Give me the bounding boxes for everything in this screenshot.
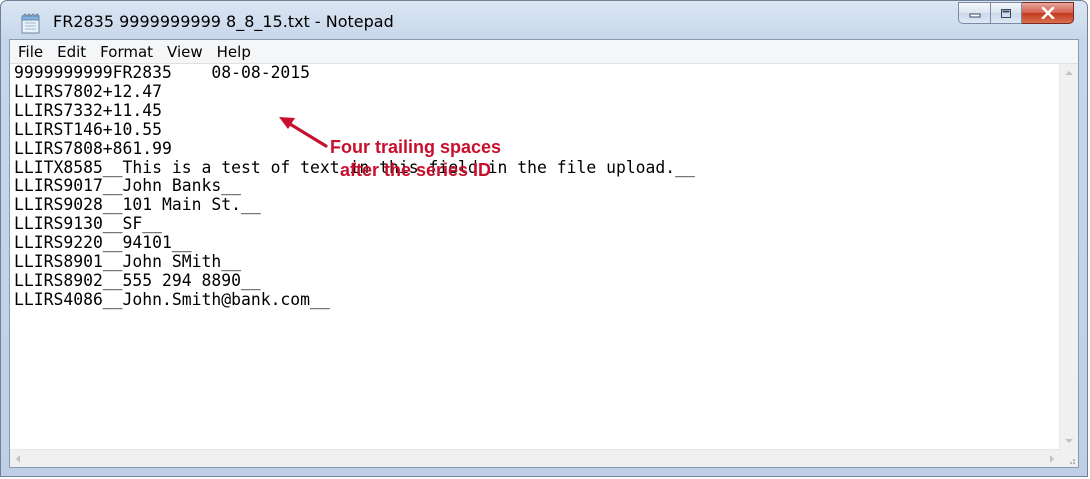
text-editor[interactable]: 9999999999FR2835 08-08-2015 LLIRS7802+12… xyxy=(10,64,1060,450)
minimize-button[interactable] xyxy=(958,2,991,24)
scroll-left-icon[interactable] xyxy=(16,455,20,463)
scroll-down-icon[interactable] xyxy=(1065,439,1073,443)
maximize-icon xyxy=(1001,8,1011,18)
annotation-line-1: Four trailing spaces xyxy=(330,137,502,157)
notepad-icon xyxy=(21,13,40,34)
window-title: FR2835 9999999999 8_8_15.txt - Notepad xyxy=(53,12,394,31)
caption-buttons xyxy=(958,2,1074,26)
menu-edit[interactable]: Edit xyxy=(51,41,92,63)
minimize-icon xyxy=(969,13,980,18)
notepad-window: FR2835 9999999999 8_8_15.txt - Notepad F… xyxy=(0,0,1088,477)
horizontal-scrollbar[interactable] xyxy=(10,449,1060,467)
close-icon xyxy=(1041,7,1054,19)
close-button[interactable] xyxy=(1022,2,1074,24)
annotation-line-2: after the series ID xyxy=(339,160,492,180)
menu-view[interactable]: View xyxy=(161,41,209,63)
menu-help[interactable]: Help xyxy=(211,41,257,63)
size-grip[interactable] xyxy=(1060,450,1078,467)
resize-grip-icon xyxy=(1070,459,1075,464)
client-area: File Edit Format View Help 9999999999FR2… xyxy=(9,39,1079,468)
annotation-callout: Four trailing spaces after the series ID xyxy=(330,136,501,182)
maximize-button[interactable] xyxy=(991,2,1022,24)
document-text[interactable]: 9999999999FR2835 08-08-2015 LLIRS7802+12… xyxy=(14,64,695,310)
scroll-up-icon[interactable] xyxy=(1065,71,1073,75)
menu-file[interactable]: File xyxy=(12,41,49,63)
vertical-scrollbar[interactable] xyxy=(1059,64,1078,450)
menu-format[interactable]: Format xyxy=(94,41,159,63)
scroll-right-icon[interactable] xyxy=(1050,455,1054,463)
menu-bar: File Edit Format View Help xyxy=(10,40,1078,64)
annotation-arrow-icon xyxy=(279,117,328,148)
